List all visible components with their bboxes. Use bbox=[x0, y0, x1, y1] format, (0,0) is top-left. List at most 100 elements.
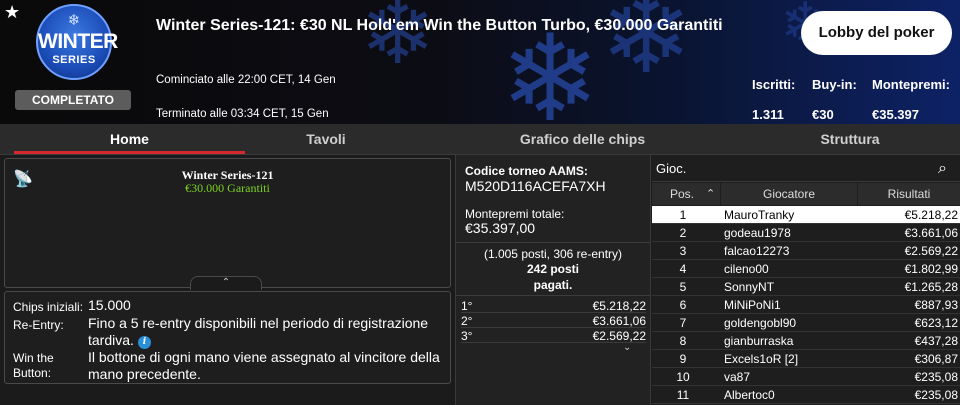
player-result: €437,28 bbox=[914, 334, 958, 348]
player-name: MiNiPoNi1 bbox=[724, 298, 781, 312]
player-name: SonnyNT bbox=[724, 280, 775, 294]
prize-amount: €2.569,22 bbox=[592, 329, 646, 343]
player-position: 4 bbox=[679, 262, 687, 276]
player-search-input[interactable] bbox=[652, 155, 932, 181]
star-icon[interactable]: ★ bbox=[4, 2, 20, 23]
chips-label: Chips iniziali: bbox=[13, 300, 84, 314]
win-button-label-line2: Button: bbox=[13, 366, 52, 380]
prize-position: 1° bbox=[461, 299, 473, 313]
prize-position: 2° bbox=[461, 314, 473, 328]
player-name: Albertoc0 bbox=[724, 388, 775, 402]
buyin-label: Buy-in: bbox=[812, 77, 857, 92]
table-row[interactable]: 6 MiNiPoNi1 €887,93 bbox=[652, 296, 960, 314]
entrants-label: Iscritti: bbox=[752, 77, 796, 92]
aams-code-value: M520D116ACEFA7XH bbox=[465, 178, 606, 194]
tab-structure[interactable]: Struttura bbox=[760, 124, 940, 155]
start-time: Cominciato alle 22:00 CET, 14 Gen bbox=[156, 74, 336, 86]
player-position: 1 bbox=[679, 208, 687, 222]
prize-position: 3° bbox=[461, 329, 473, 343]
table-row[interactable]: 5 SonnyNT €1.265,28 bbox=[652, 278, 960, 296]
lobby-button[interactable]: Lobby del poker bbox=[801, 11, 952, 55]
player-position: 6 bbox=[679, 298, 687, 312]
end-time: Terminato alle 03:34 CET, 15 Gen bbox=[156, 108, 329, 120]
tournament-info-card: 📡 Winter Series-121 €30.000 Garantiti bbox=[4, 158, 451, 288]
chevron-up-icon[interactable]: ⌃ bbox=[190, 276, 262, 290]
total-prize-value: €35.397,00 bbox=[465, 220, 536, 236]
player-result: €1.802,99 bbox=[904, 262, 958, 276]
tournament-details: Chips iniziali: 15.000 Re-Entry: Fino a … bbox=[4, 291, 451, 384]
logo-text-winter: WINTER bbox=[38, 30, 118, 53]
table-row[interactable]: 2 godeau1978 €3.661,06 bbox=[652, 224, 960, 242]
player-position: 2 bbox=[679, 226, 687, 240]
player-name: cileno00 bbox=[724, 262, 769, 276]
player-result: €235,08 bbox=[914, 370, 958, 384]
player-result: €1.265,28 bbox=[904, 280, 958, 294]
column-header-player[interactable]: Giocatore bbox=[721, 183, 857, 205]
tournament-header: ❄ ❄ ❄ ❄ ★ ❄ WINTER SERIES COMPLETATO Win… bbox=[0, 0, 960, 124]
chips-value: 15.000 bbox=[88, 297, 131, 313]
player-result: €3.661,06 bbox=[904, 226, 958, 240]
prize-row: 1° €5.218,22 bbox=[461, 298, 646, 313]
prizepool-label: Montepremi: bbox=[872, 77, 950, 92]
win-button-value: Il bottone di ogni mano viene assegnato … bbox=[88, 349, 440, 382]
winter-series-logo: ❄ WINTER SERIES bbox=[36, 4, 118, 80]
player-result: €306,87 bbox=[914, 352, 958, 366]
table-row[interactable]: 3 falcao12273 €2.569,22 bbox=[652, 242, 960, 260]
divider bbox=[456, 295, 650, 296]
entrants-value: 1.311 bbox=[752, 107, 784, 122]
paid-places-line2: pagati. bbox=[533, 278, 573, 292]
win-button-label-line1: Win the bbox=[13, 351, 54, 365]
player-name: va87 bbox=[724, 370, 751, 384]
info-icon[interactable]: i bbox=[137, 336, 151, 349]
tab-tables[interactable]: Tavoli bbox=[245, 124, 407, 155]
table-row[interactable]: 4 cileno00 €1.802,99 bbox=[652, 260, 960, 278]
search-icon[interactable]: ⌕ bbox=[938, 158, 947, 178]
player-result: €887,93 bbox=[914, 298, 958, 312]
card-guarantee: €30.000 Garantiti bbox=[185, 181, 270, 195]
table-row[interactable]: 8 gianburraska €437,28 bbox=[652, 332, 960, 350]
tab-bar: Home Tavoli Grafico delle chips Struttur… bbox=[0, 124, 960, 155]
table-row[interactable]: 10 va87 €235,08 bbox=[652, 368, 960, 386]
player-name: goldengobl90 bbox=[724, 316, 797, 330]
divider bbox=[456, 242, 650, 243]
player-position: 5 bbox=[679, 280, 687, 294]
tournament-title: Winter Series-121: €30 NL Hold'em Win th… bbox=[156, 17, 723, 34]
player-name: MauroTranky bbox=[724, 208, 795, 222]
player-position: 10 bbox=[676, 370, 690, 384]
snowflake-decoration-icon: ❄ bbox=[600, 0, 693, 98]
table-row[interactable]: 11 Albertoc0 €235,08 bbox=[652, 386, 960, 404]
table-row[interactable]: 1 MauroTranky €5.218,22 bbox=[652, 206, 960, 224]
snowflake-decoration-icon: ❄ bbox=[360, 0, 436, 85]
player-position: 9 bbox=[679, 352, 687, 366]
tab-chip-graph[interactable]: Grafico delle chips bbox=[480, 124, 685, 155]
prizepool-value: €35.397 bbox=[872, 107, 919, 122]
prize-row: 3° €2.569,22 bbox=[461, 328, 646, 343]
player-position: 11 bbox=[676, 388, 690, 402]
total-prize-label: Montepremi totale: bbox=[465, 207, 565, 221]
column-header-results[interactable]: Risultati bbox=[858, 183, 960, 205]
player-name: Excels1oR [2] bbox=[724, 352, 799, 366]
entries-summary: (1.005 posti, 306 re-entry) bbox=[483, 247, 623, 261]
table-row[interactable]: 9 Excels1oR [2] €306,87 bbox=[652, 350, 960, 368]
reentry-value: Fino a 5 re-entry disponibili nel period… bbox=[88, 315, 448, 349]
tournament-lobby: ❄ ❄ ❄ ❄ ★ ❄ WINTER SERIES COMPLETATO Win… bbox=[0, 0, 960, 405]
table-row[interactable]: 7 goldengobl90 €623,12 bbox=[652, 314, 960, 332]
player-position: 7 bbox=[679, 316, 687, 330]
snowflake-icon: ❄ bbox=[67, 11, 81, 29]
aams-code-label: Codice torneo AAMS: bbox=[465, 164, 588, 178]
player-result: €623,12 bbox=[914, 316, 958, 330]
prize-amount: €5.218,22 bbox=[592, 299, 646, 313]
player-result: €2.569,22 bbox=[904, 244, 958, 258]
reentry-label: Re-Entry: bbox=[13, 318, 64, 332]
active-tab-indicator bbox=[14, 151, 245, 154]
player-position: 8 bbox=[679, 334, 687, 348]
chevron-down-icon[interactable]: ⌄ bbox=[623, 342, 631, 353]
prize-panel: Codice torneo AAMS: M520D116ACEFA7XH Mon… bbox=[455, 155, 651, 405]
home-panel: 📡 Winter Series-121 €30.000 Garantiti ⌃ … bbox=[0, 155, 455, 405]
player-position: 3 bbox=[679, 244, 687, 258]
sort-up-icon[interactable]: ⌃ bbox=[706, 183, 715, 205]
logo-text-series: SERIES bbox=[52, 54, 96, 66]
player-result: €5.218,22 bbox=[904, 208, 958, 222]
player-name: gianburraska bbox=[724, 334, 794, 348]
paid-places-line1: 242 posti bbox=[526, 262, 580, 276]
